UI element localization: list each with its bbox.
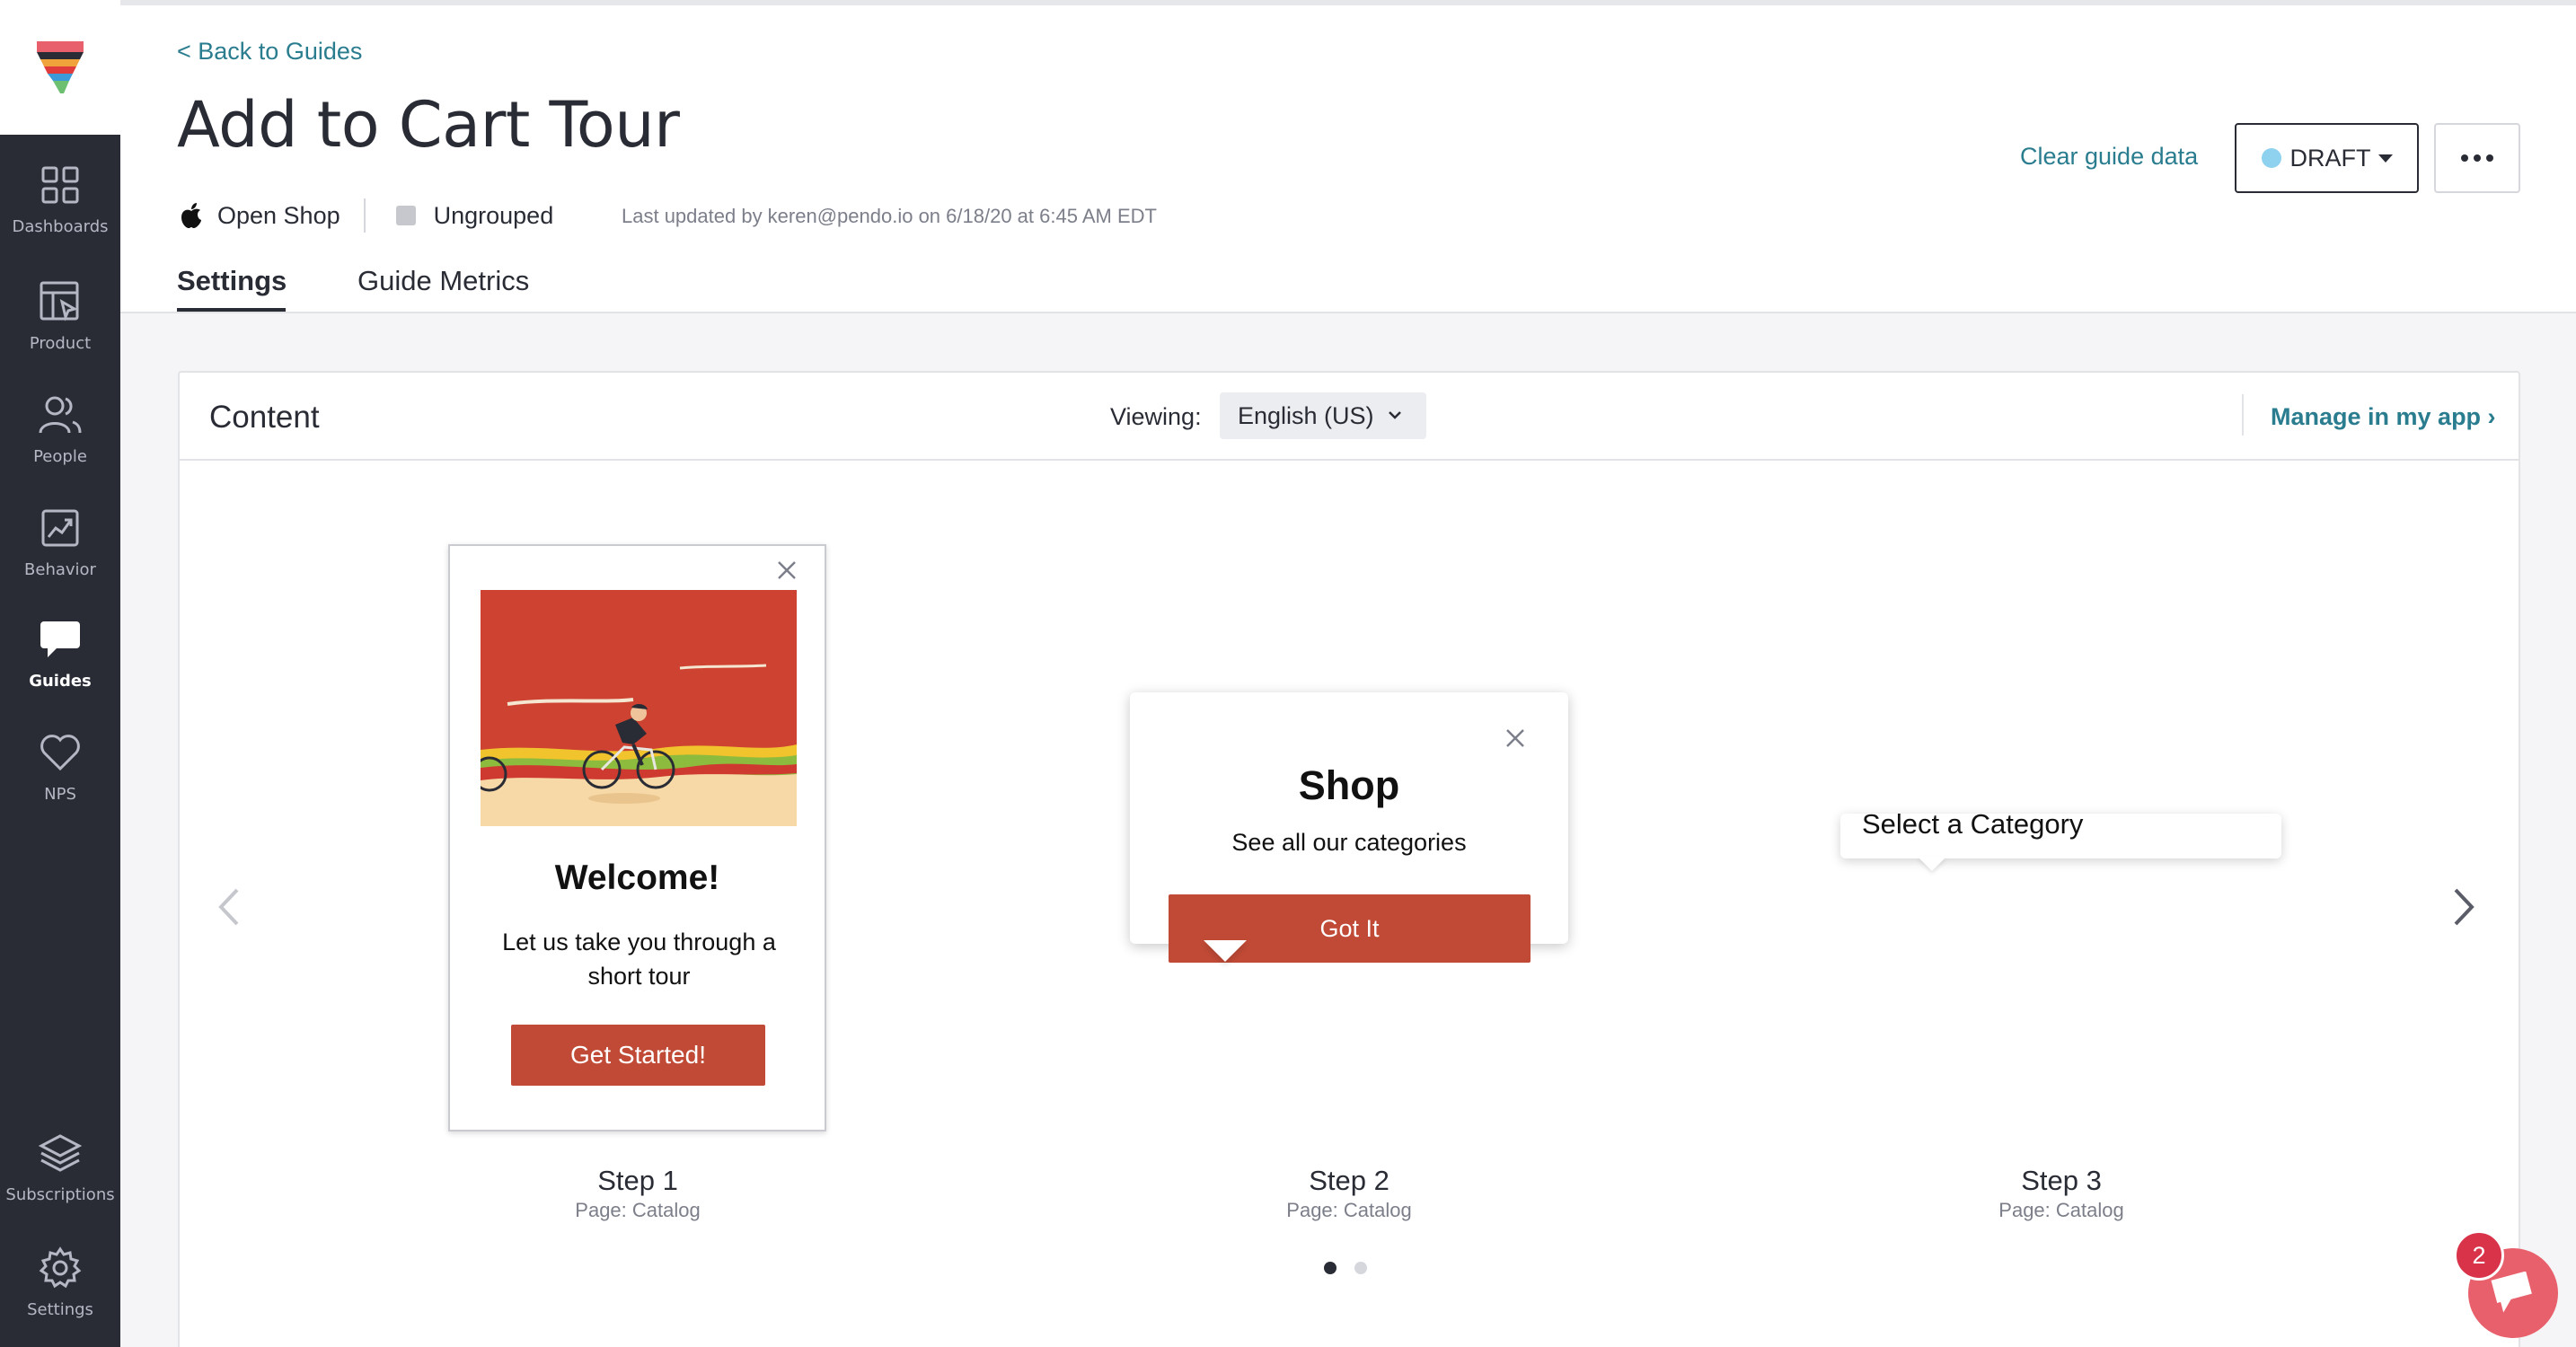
- sidebar-item-label: Dashboards: [12, 216, 109, 236]
- heart-icon: [37, 729, 84, 776]
- carousel-pagination: [1324, 1262, 1367, 1274]
- tooltip-pointer: [1204, 940, 1247, 962]
- step-1-body: Let us take you through a short tour: [502, 929, 776, 990]
- language-select[interactable]: English (US): [1220, 392, 1426, 439]
- sidebar-item-product[interactable]: Product: [0, 262, 120, 368]
- sidebar-item-people[interactable]: People: [0, 375, 120, 481]
- tab-guide-metrics[interactable]: Guide Metrics: [357, 265, 529, 297]
- grid-icon: [37, 162, 84, 208]
- language-value: English (US): [1238, 401, 1374, 429]
- step-2-preview[interactable]: Shop See all our categories Got It: [1130, 692, 1568, 963]
- step-2-heading: Shop: [1298, 762, 1400, 808]
- more-options-button[interactable]: [2434, 123, 2520, 193]
- carousel-next-button[interactable]: [2450, 885, 2477, 934]
- status-dropdown[interactable]: DRAFT: [2235, 123, 2419, 193]
- more-dot-icon: [2474, 154, 2481, 162]
- chat-notification-badge: 2: [2454, 1230, 2504, 1281]
- carousel-prev-button[interactable]: [216, 885, 243, 934]
- chevron-left-icon: [218, 888, 239, 926]
- step-1-caption: Step 1 Page: Catalog: [458, 1165, 817, 1222]
- sidebar-item-settings[interactable]: Settings: [0, 1228, 120, 1334]
- chevron-right-icon: [2454, 888, 2475, 926]
- sidebar-item-label: Guides: [29, 671, 92, 691]
- chart-icon: [37, 505, 84, 551]
- sidebar-item-label: Settings: [27, 1299, 93, 1319]
- step-caption-page: Page: Catalog: [1998, 1199, 2124, 1221]
- sidebar-item-nps[interactable]: NPS: [0, 713, 120, 819]
- sidebar-item-label: People: [33, 446, 87, 466]
- cyclist-illustration: [481, 590, 797, 826]
- clear-guide-data-link[interactable]: Clear guide data: [2020, 143, 2198, 171]
- pagination-dot-2[interactable]: [1354, 1262, 1367, 1274]
- step-caption-title: Step 2: [1309, 1165, 1389, 1196]
- more-dot-icon: [2486, 154, 2493, 162]
- top-border: [120, 0, 2576, 5]
- pagination-dot-1[interactable]: [1324, 1262, 1337, 1274]
- sidebar-item-label: NPS: [44, 784, 76, 804]
- content-title: Content: [209, 400, 320, 435]
- tooltip-pointer: [1918, 857, 1946, 871]
- step-3-caption: Step 3 Page: Catalog: [1882, 1165, 2241, 1222]
- back-to-guides-link[interactable]: < Back to Guides: [177, 38, 362, 66]
- step-caption-page: Page: Catalog: [575, 1199, 701, 1221]
- caret-down-icon: [2378, 154, 2393, 163]
- apple-icon: [181, 203, 201, 228]
- header-divider: [2242, 394, 2244, 436]
- close-icon: [778, 561, 796, 579]
- layers-icon: [37, 1130, 84, 1176]
- sidebar-item-dashboards[interactable]: Dashboards: [0, 145, 120, 251]
- status-label: DRAFT: [2289, 144, 2371, 172]
- page-title: Add to Cart Tour: [177, 88, 680, 162]
- sidebar-item-label: Subscriptions: [5, 1184, 115, 1204]
- viewing-label: Viewing:: [1110, 403, 1202, 430]
- close-icon: [1506, 729, 1524, 747]
- chat-bubble-icon: [37, 616, 84, 663]
- app-name: Open Shop: [217, 201, 340, 229]
- last-updated-text: Last updated by keren@pendo.io on 6/18/2…: [622, 205, 1157, 227]
- sidebar: Dashboards Product People Behavior Guide…: [0, 0, 120, 1347]
- meta-divider: [363, 198, 366, 233]
- group-selector[interactable]: Ungrouped: [395, 201, 554, 230]
- sidebar-item-label: Product: [29, 333, 92, 353]
- sidebar-item-label: Behavior: [24, 559, 96, 579]
- sidebar-item-behavior[interactable]: Behavior: [0, 489, 120, 594]
- manage-in-my-app-link[interactable]: Manage in my app ›: [2271, 403, 2496, 431]
- step-2-caption: Step 2 Page: Catalog: [1169, 1165, 1529, 1222]
- chat-icon: [2491, 1272, 2532, 1313]
- get-started-button[interactable]: Get Started!: [511, 1025, 765, 1086]
- people-icon: [37, 392, 84, 438]
- step-caption-page: Page: Catalog: [1286, 1199, 1412, 1221]
- sidebar-item-guides[interactable]: Guides: [0, 600, 120, 706]
- step-2-body: See all our categories: [1231, 829, 1467, 856]
- sidebar-item-subscriptions[interactable]: Subscriptions: [0, 1114, 120, 1219]
- step-caption-title: Step 1: [597, 1165, 678, 1196]
- pendo-logo[interactable]: [0, 0, 120, 135]
- content-card-header: Content Viewing: English (US) Manage in …: [180, 373, 2519, 461]
- app-selector[interactable]: Open Shop: [180, 202, 340, 230]
- step-caption-title: Step 3: [2021, 1165, 2102, 1196]
- content-card: Content Viewing: English (US) Manage in …: [178, 371, 2520, 1347]
- step-1-heading: Welcome!: [554, 858, 720, 897]
- tab-settings[interactable]: Settings: [177, 265, 287, 297]
- step-1-preview[interactable]: Welcome! Let us take you through a short…: [448, 544, 826, 1131]
- layout-pointer-icon: [37, 278, 84, 325]
- guide-meta: Open Shop Ungrouped: [180, 198, 553, 233]
- pendo-logo-icon: [37, 41, 84, 93]
- status-dot: [2261, 148, 2281, 168]
- step-3-body: Select a Category: [1862, 808, 2084, 840]
- more-dot-icon: [2461, 154, 2468, 162]
- chevron-down-icon: [1389, 411, 1401, 419]
- gear-icon: [37, 1245, 84, 1291]
- step-3-preview[interactable]: Select a Category: [1840, 808, 2281, 871]
- group-name: Ungrouped: [433, 201, 554, 229]
- group-color-swatch: [395, 206, 416, 225]
